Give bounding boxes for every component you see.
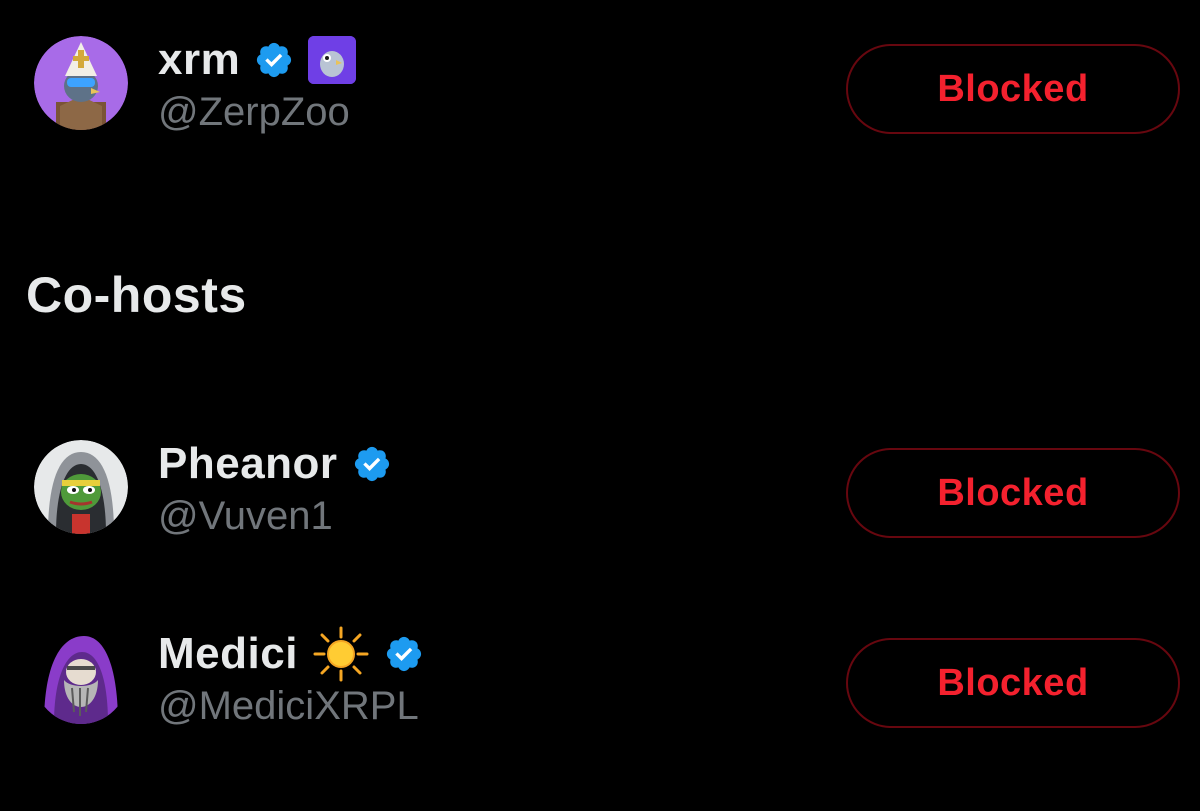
host-row[interactable]: xrm @ZerpZoo Blocked (0, 35, 1200, 146)
handle: @Vuven1 (158, 494, 333, 538)
blocked-button[interactable]: Blocked (846, 44, 1180, 134)
section-title-cohosts: Co-hosts (26, 267, 247, 323)
handle: @ZerpZoo (158, 90, 350, 134)
verified-badge-icon (254, 40, 294, 80)
name-line: Pheanor (158, 439, 392, 489)
avatar[interactable] (34, 630, 128, 724)
name-line: xrm (158, 35, 357, 85)
name-line: Medici (158, 626, 424, 682)
pigeon-pope-avatar-icon (34, 36, 128, 130)
blocked-button[interactable]: Blocked (846, 448, 1180, 538)
cohost-row[interactable]: Pheanor @Vuven1 Blocked (0, 439, 1200, 550)
cohost-row[interactable]: Medici @MediciXRPL Blocked (0, 626, 1200, 740)
handle: @MediciXRPL (158, 684, 419, 728)
sun-icon (312, 625, 370, 683)
blocked-button[interactable]: Blocked (846, 638, 1180, 728)
avatar[interactable] (34, 36, 128, 130)
verified-badge-icon (352, 444, 392, 484)
display-name[interactable]: xrm (158, 35, 240, 85)
spaces-participants-panel: xrm @ZerpZoo Blocked Co-hosts Pheanor @V… (0, 0, 1200, 811)
wizard-hood-avatar-icon (34, 630, 128, 724)
verified-badge-icon (384, 634, 424, 674)
pepe-hoodie-avatar-icon (34, 440, 128, 534)
avatar[interactable] (34, 440, 128, 534)
display-name[interactable]: Medici (158, 629, 298, 679)
display-name[interactable]: Pheanor (158, 439, 338, 489)
pigeon-affiliate-badge-icon[interactable] (308, 36, 357, 84)
